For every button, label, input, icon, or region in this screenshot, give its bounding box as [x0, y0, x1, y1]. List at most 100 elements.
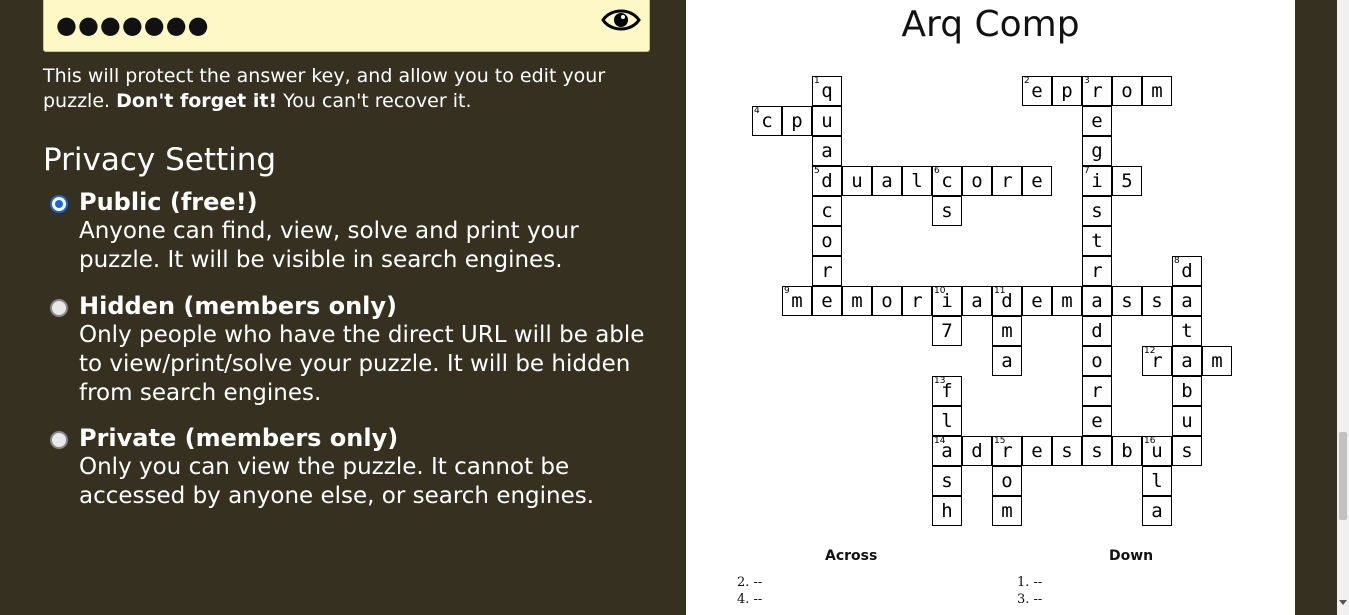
grid-cell: o: [962, 166, 992, 196]
cell-number: 2: [1024, 76, 1030, 86]
cell-letter: o: [1091, 350, 1103, 372]
cell-number: 1: [814, 76, 820, 86]
vertical-scrollbar[interactable]: [1337, 0, 1349, 615]
grid-cell: o: [872, 286, 902, 316]
grid-cell: b: [1112, 436, 1142, 466]
cell-letter: r: [1091, 260, 1103, 282]
cell-letter: d: [971, 440, 983, 462]
hint-text-after: You can't recover it.: [277, 90, 472, 112]
cell-letter: o: [971, 170, 983, 192]
cell-letter: s: [1091, 200, 1103, 222]
cell-letter: a: [1151, 500, 1163, 522]
scroll-down-arrow-icon[interactable]: [1339, 600, 1347, 605]
cell-letter: o: [821, 230, 833, 252]
cell-letter: o: [1121, 80, 1133, 102]
password-value: ●●●●●●●: [56, 11, 210, 39]
grid-cell: r: [992, 166, 1022, 196]
grid-cell: s: [1112, 286, 1142, 316]
grid-cell: e: [1022, 436, 1052, 466]
cell-letter: l: [1151, 470, 1163, 492]
grid-cell: e: [1082, 406, 1112, 436]
cell-number: 15: [994, 436, 1006, 446]
grid-cell: o: [1082, 346, 1112, 376]
cell-number: 12: [1144, 346, 1156, 356]
cell-letter: a: [1001, 350, 1013, 372]
cell-letter: m: [1061, 290, 1073, 312]
cell-letter: s: [1121, 290, 1133, 312]
hint-bold: Don't forget it!: [116, 90, 278, 112]
cell-letter: a: [1091, 290, 1103, 312]
grid-cell: e: [1022, 286, 1052, 316]
hidden-label[interactable]: Hidden (members only): [79, 292, 397, 320]
across-heading: Across: [825, 548, 878, 564]
across-clue: 2. --: [737, 575, 763, 590]
grid-cell: 10 i: [932, 286, 962, 316]
cell-letter: a: [971, 290, 983, 312]
cell-letter: m: [1151, 80, 1163, 102]
grid-cell: t: [1172, 316, 1202, 346]
cell-letter: d: [1091, 320, 1103, 342]
hidden-radio[interactable]: [50, 299, 68, 317]
cell-letter: s: [1061, 440, 1073, 462]
eye-icon[interactable]: [601, 5, 641, 35]
public-radio[interactable]: [50, 195, 68, 213]
grid-cell: l: [1142, 466, 1172, 496]
grid-cell: a: [1172, 346, 1202, 376]
grid-cell: c: [812, 196, 842, 226]
grid-cell: p: [782, 106, 812, 136]
grid-cell: s: [932, 196, 962, 226]
page-gutter: [1295, 0, 1337, 615]
private-label[interactable]: Private (members only): [79, 424, 398, 452]
cell-number: 13: [934, 376, 946, 386]
cell-letter: m: [1001, 500, 1013, 522]
cell-letter: i: [1091, 170, 1103, 192]
cell-letter: c: [941, 170, 953, 192]
grid-cell: a: [1172, 286, 1202, 316]
cell-letter: b: [1181, 380, 1193, 402]
grid-cell: o: [992, 466, 1022, 496]
grid-cell: o: [1112, 76, 1142, 106]
cell-letter: u: [821, 110, 833, 132]
public-label[interactable]: Public (free!): [79, 188, 258, 216]
cell-letter: a: [881, 170, 893, 192]
cell-letter: l: [941, 410, 953, 432]
grid-cell: a: [1082, 286, 1112, 316]
grid-cell: p: [1052, 76, 1082, 106]
cell-letter: t: [1181, 320, 1193, 342]
cell-letter: e: [1031, 80, 1043, 102]
cell-letter: r: [821, 260, 833, 282]
cell-letter: 7: [941, 320, 953, 342]
grid-cell: 13 f: [932, 376, 962, 406]
cell-letter: d: [821, 170, 833, 192]
grid-cell: 8d: [1172, 256, 1202, 286]
grid-cell: m: [1142, 76, 1172, 106]
across-clue: 4. --: [737, 592, 763, 607]
cell-letter: 5: [1121, 170, 1133, 192]
grid-cell: a: [812, 136, 842, 166]
down-clue: 1. --: [1017, 575, 1043, 590]
grid-cell: d: [1082, 316, 1112, 346]
password-input[interactable]: ●●●●●●●: [43, 0, 650, 52]
private-radio[interactable]: [50, 431, 68, 449]
cell-number: 9: [784, 286, 790, 296]
grid-cell: m: [992, 316, 1022, 346]
cell-letter: s: [1151, 290, 1163, 312]
hidden-description: Only people who have the direct URL will…: [79, 322, 645, 406]
cell-letter: g: [1091, 140, 1103, 162]
grid-cell: 7i: [1082, 166, 1112, 196]
scrollbar-thumb[interactable]: [1339, 432, 1347, 520]
grid-cell: 14 a: [932, 436, 962, 466]
grid-cell: 2e: [1022, 76, 1052, 106]
grid-cell: r: [812, 256, 842, 286]
grid-cell: m: [1052, 286, 1082, 316]
cell-letter: c: [821, 200, 833, 222]
grid-cell: e: [1082, 106, 1112, 136]
grid-cell: o: [812, 226, 842, 256]
grid-cell: 5: [1112, 166, 1142, 196]
grid-cell: e: [1022, 166, 1052, 196]
grid-cell: m: [1202, 346, 1232, 376]
grid-cell: r: [902, 286, 932, 316]
grid-cell: r: [1082, 376, 1112, 406]
cell-letter: r: [1091, 80, 1103, 102]
cell-letter: u: [1181, 410, 1193, 432]
